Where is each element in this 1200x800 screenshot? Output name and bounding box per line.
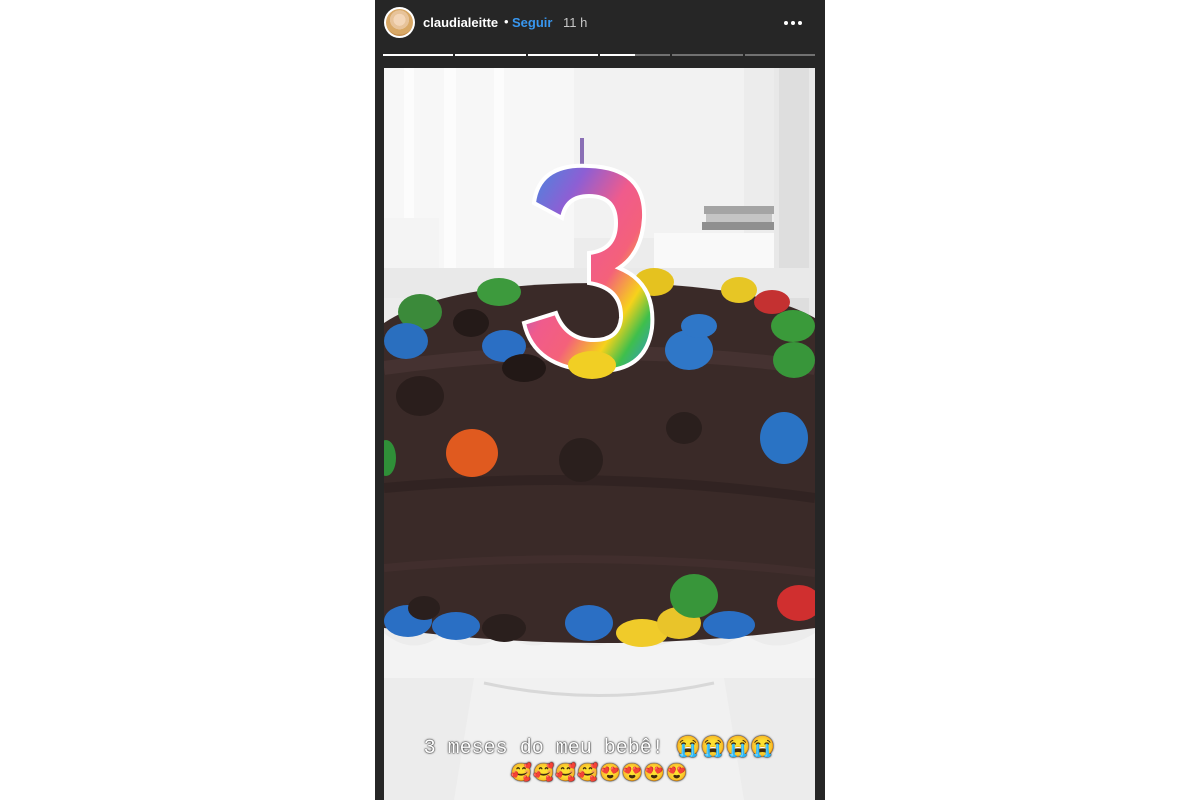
more-options-icon[interactable] bbox=[775, 10, 811, 36]
caption-line-2: 🥰🥰🥰🥰😍😍😍😍 bbox=[510, 765, 689, 784]
progress-segment bbox=[744, 54, 815, 56]
profile-avatar[interactable] bbox=[384, 7, 415, 38]
progress-segment bbox=[599, 54, 671, 56]
story-viewer[interactable]: claudialeitte • Seguir 11 h 3 meses do m… bbox=[375, 0, 825, 800]
story-progress-bar bbox=[383, 54, 815, 56]
progress-fill bbox=[455, 54, 526, 56]
progress-segment bbox=[527, 54, 598, 56]
caption-line-1: 3 meses do meu bebê! 😭😭😭😭 bbox=[423, 737, 776, 760]
more-dot bbox=[798, 21, 802, 25]
follow-button[interactable]: Seguir bbox=[512, 15, 552, 30]
more-dot bbox=[791, 21, 795, 25]
story-caption: 3 meses do meu bebê! 😭😭😭😭 🥰🥰🥰🥰😍😍😍😍 bbox=[384, 736, 815, 788]
progress-fill bbox=[383, 54, 454, 56]
username-link[interactable]: claudialeitte bbox=[423, 15, 498, 30]
cake-photo-illustration bbox=[384, 68, 815, 800]
progress-segment bbox=[383, 54, 454, 56]
more-dot bbox=[784, 21, 788, 25]
progress-fill bbox=[599, 54, 636, 56]
post-time: 11 h bbox=[563, 15, 588, 30]
separator-dot: • bbox=[504, 14, 509, 29]
progress-segment bbox=[672, 54, 743, 56]
story-header: claudialeitte • Seguir 11 h bbox=[375, 0, 825, 50]
progress-segment bbox=[455, 54, 526, 56]
avatar-image bbox=[386, 9, 413, 36]
progress-fill bbox=[527, 54, 598, 56]
story-photo[interactable]: 3 meses do meu bebê! 😭😭😭😭 🥰🥰🥰🥰😍😍😍😍 bbox=[384, 68, 815, 800]
